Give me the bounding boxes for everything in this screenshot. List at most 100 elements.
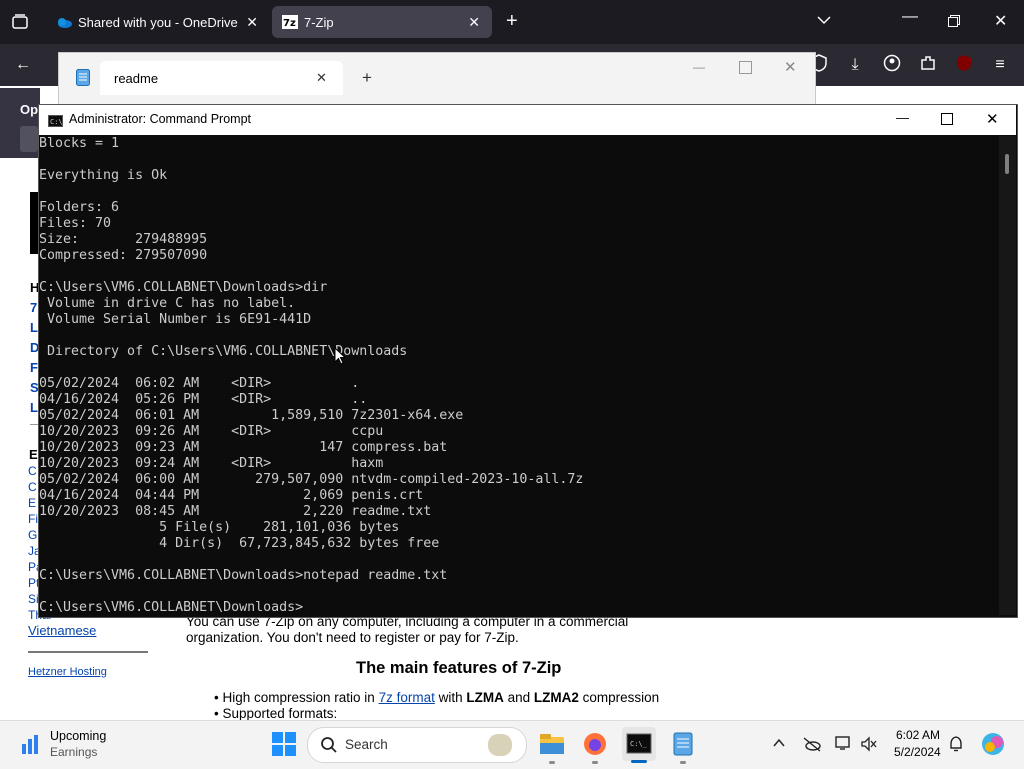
active-indicator (631, 760, 647, 763)
7zip-icon: 7z (282, 15, 298, 29)
scrollbar[interactable] (999, 136, 1016, 615)
scrollbar-thumb[interactable] (1005, 154, 1009, 174)
account-icon[interactable] (881, 54, 903, 76)
console-line: 04/16/2024 05:26 PM <DIR> .. (39, 392, 368, 407)
sidebar-e: E (29, 447, 38, 462)
features-list: • High compression ratio in 7z format wi… (214, 690, 659, 722)
console-line: 10/20/2023 09:24 AM <DIR> haxm (39, 456, 384, 471)
close-window-icon[interactable]: ✕ (994, 11, 1007, 31)
console-line: Size: 279488995 (39, 232, 208, 247)
onedrive-tray-icon[interactable] (802, 736, 822, 757)
svg-text:C:\_: C:\_ (630, 740, 648, 748)
console-line: 05/02/2024 06:01 AM 1,589,510 7z2301-x64… (39, 408, 464, 423)
console-line: Compressed: 279507090 (39, 248, 208, 263)
features-heading: The main features of 7-Zip (356, 659, 562, 677)
console-line: 04/16/2024 04:44 PM 2,069 penis.crt (39, 488, 424, 503)
network-icon[interactable] (834, 735, 852, 756)
running-indicator (592, 761, 598, 764)
search-placeholder: Search (345, 737, 388, 752)
console-line: Everything is Ok (39, 168, 168, 183)
close-window-icon[interactable]: ✕ (784, 58, 797, 76)
tab-label: 7-Zip (304, 14, 334, 30)
console-line: Blocks = 1 (39, 136, 120, 151)
close-tab-icon[interactable]: ✕ (246, 14, 258, 31)
console-line: C:\Users\VM6.COLLABNET\Downloads> (39, 600, 304, 615)
stocks-widget-icon[interactable] (20, 732, 42, 756)
console-line: 10/20/2023 09:26 AM <DIR> ccpu (39, 424, 384, 439)
console-line: 10/20/2023 09:23 AM 147 compress.bat (39, 440, 448, 455)
clock-date[interactable]: 5/2/2024 (894, 745, 941, 759)
firefox-icon[interactable] (578, 727, 612, 761)
notepad-icon (76, 68, 90, 86)
notepad-taskbar-icon[interactable] (666, 727, 700, 761)
search-icon (320, 736, 338, 759)
console-line: Volume Serial Number is 6E91-441D (39, 312, 312, 327)
running-indicator (680, 761, 686, 764)
extensions-icon[interactable] (917, 54, 939, 76)
start-button[interactable] (271, 731, 297, 757)
banner-text: Op (20, 102, 39, 117)
minimize-icon[interactable]: — (693, 60, 705, 74)
menu-icon[interactable]: ≡ (989, 54, 1011, 76)
console-output[interactable]: Blocks = 1 Everything is Ok Folders: 6 Fi… (39, 136, 999, 615)
ublock-icon[interactable] (953, 54, 975, 76)
sidebar-divider (28, 651, 148, 653)
tab-7zip[interactable]: 7z 7-Zip ✕ (272, 6, 492, 38)
new-tab-button[interactable]: + (506, 10, 518, 33)
onedrive-icon (56, 15, 72, 29)
svg-text:C:\: C:\ (50, 118, 63, 126)
console-line: 5 File(s) 281,101,036 bytes (39, 520, 400, 535)
tab-label: Shared with you - OneDrive (78, 14, 238, 30)
back-icon[interactable]: ← (12, 54, 34, 76)
console-line: 4 Dir(s) 67,723,845,632 bytes free (39, 536, 440, 551)
close-tab-icon[interactable]: ✕ (316, 70, 327, 86)
clock-time[interactable]: 6:02 AM (896, 728, 940, 742)
browser-tab-bar: Shared with you - OneDrive ✕ 7z 7-Zip ✕ … (0, 0, 1024, 44)
chevron-up-icon[interactable] (772, 736, 786, 755)
minimize-icon[interactable]: — (902, 8, 918, 26)
new-tab-button[interactable]: + (362, 68, 372, 88)
notification-bell-icon[interactable] (948, 735, 964, 758)
console-line: 05/02/2024 06:02 AM <DIR> . (39, 376, 360, 391)
console-line: Folders: 6 (39, 200, 120, 215)
console-line: Directory of C:\Users\VM6.COLLABNET\Down… (39, 344, 408, 359)
cmd-icon: C:\ (48, 114, 63, 127)
tab-list-icon[interactable] (10, 12, 30, 32)
7z-format-link[interactable]: 7z format (379, 690, 435, 705)
taskbar-search-box[interactable]: Search (307, 727, 527, 763)
running-indicator (549, 761, 555, 764)
maximize-icon[interactable] (941, 113, 953, 125)
feature-item: • High compression ratio in 7z format wi… (214, 690, 660, 705)
file-explorer-icon[interactable] (535, 727, 569, 761)
console-line: 05/02/2024 06:00 AM 279,507,090 ntvdm-co… (39, 472, 584, 487)
chevron-down-icon[interactable] (816, 12, 832, 31)
restore-icon[interactable] (948, 14, 960, 27)
maximize-icon[interactable] (739, 61, 752, 74)
volume-icon[interactable] (860, 736, 878, 757)
download-icon[interactable]: ⤓ (844, 54, 866, 76)
minimize-icon[interactable]: — (896, 110, 909, 125)
close-window-icon[interactable]: ✕ (986, 110, 999, 128)
console-line: Files: 70 (39, 216, 112, 231)
mouse-cursor-icon (334, 346, 347, 371)
svg-text:7z: 7z (283, 18, 296, 29)
banner-button[interactable] (20, 126, 38, 152)
notepad-tab-title: readme (114, 71, 159, 86)
tab-onedrive[interactable]: Shared with you - OneDrive ✕ (42, 6, 270, 38)
copilot-icon[interactable] (980, 731, 1006, 762)
console-line: 10/20/2023 08:45 AM 2,220 readme.txt (39, 504, 432, 519)
widget-title[interactable]: Upcoming (50, 729, 106, 743)
close-tab-icon[interactable]: ✕ (468, 14, 480, 31)
intro-paragraph: You can use 7-Zip on any computer, inclu… (186, 614, 629, 645)
search-highlight-icon (488, 734, 512, 756)
hetzner-link[interactable]: Hetzner Hosting (28, 666, 107, 678)
language-link-vietnamese[interactable]: Vietnamese (28, 623, 96, 638)
terminal-icon[interactable]: C:\_ (622, 727, 656, 761)
widget-subtitle: Earnings (50, 745, 98, 759)
